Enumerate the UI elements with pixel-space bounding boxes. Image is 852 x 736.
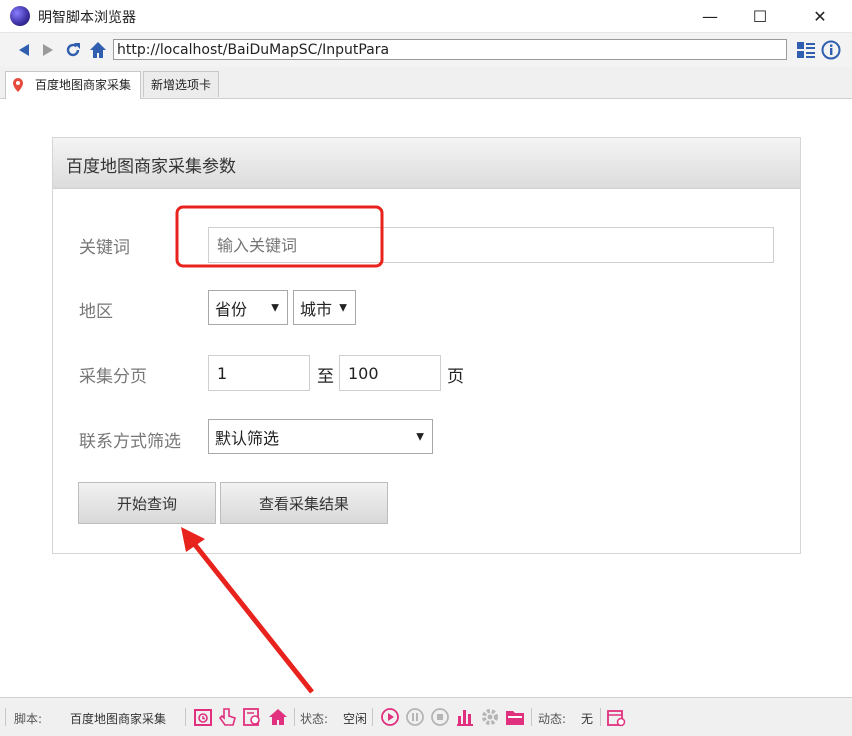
settings-page-icon[interactable] <box>242 707 262 727</box>
stop-icon[interactable] <box>430 707 450 727</box>
annotation-arrow-shaft <box>190 539 314 694</box>
gear-icon[interactable] <box>480 707 500 727</box>
bar-chart-icon[interactable] <box>455 707 475 727</box>
hand-pointer-icon[interactable] <box>217 707 237 727</box>
annotation-overlay <box>175 205 384 694</box>
state-value: 空闲 <box>343 712 368 726</box>
home-icon[interactable] <box>268 707 288 727</box>
pause-icon[interactable] <box>405 707 425 727</box>
dynamic-value: 无 <box>581 712 594 726</box>
divider <box>185 708 186 726</box>
dynamic-label: 动态: <box>538 712 567 726</box>
status-bar: 脚本: 百度地图商家采集 状态: 空闲 动态: 无 <box>0 697 852 736</box>
highlight-box <box>175 205 384 268</box>
script-label: 脚本: <box>14 712 43 726</box>
divider <box>5 708 6 726</box>
divider <box>600 708 601 726</box>
schedule-icon[interactable] <box>193 707 213 727</box>
divider <box>294 708 295 726</box>
play-icon[interactable] <box>380 707 400 727</box>
state-label: 状态: <box>300 712 329 726</box>
divider <box>372 708 373 726</box>
folder-icon[interactable] <box>505 707 525 727</box>
annotation-arrow-head <box>181 527 205 552</box>
script-name: 百度地图商家采集 <box>70 712 167 726</box>
calendar-icon[interactable] <box>606 707 626 727</box>
divider <box>531 708 532 726</box>
